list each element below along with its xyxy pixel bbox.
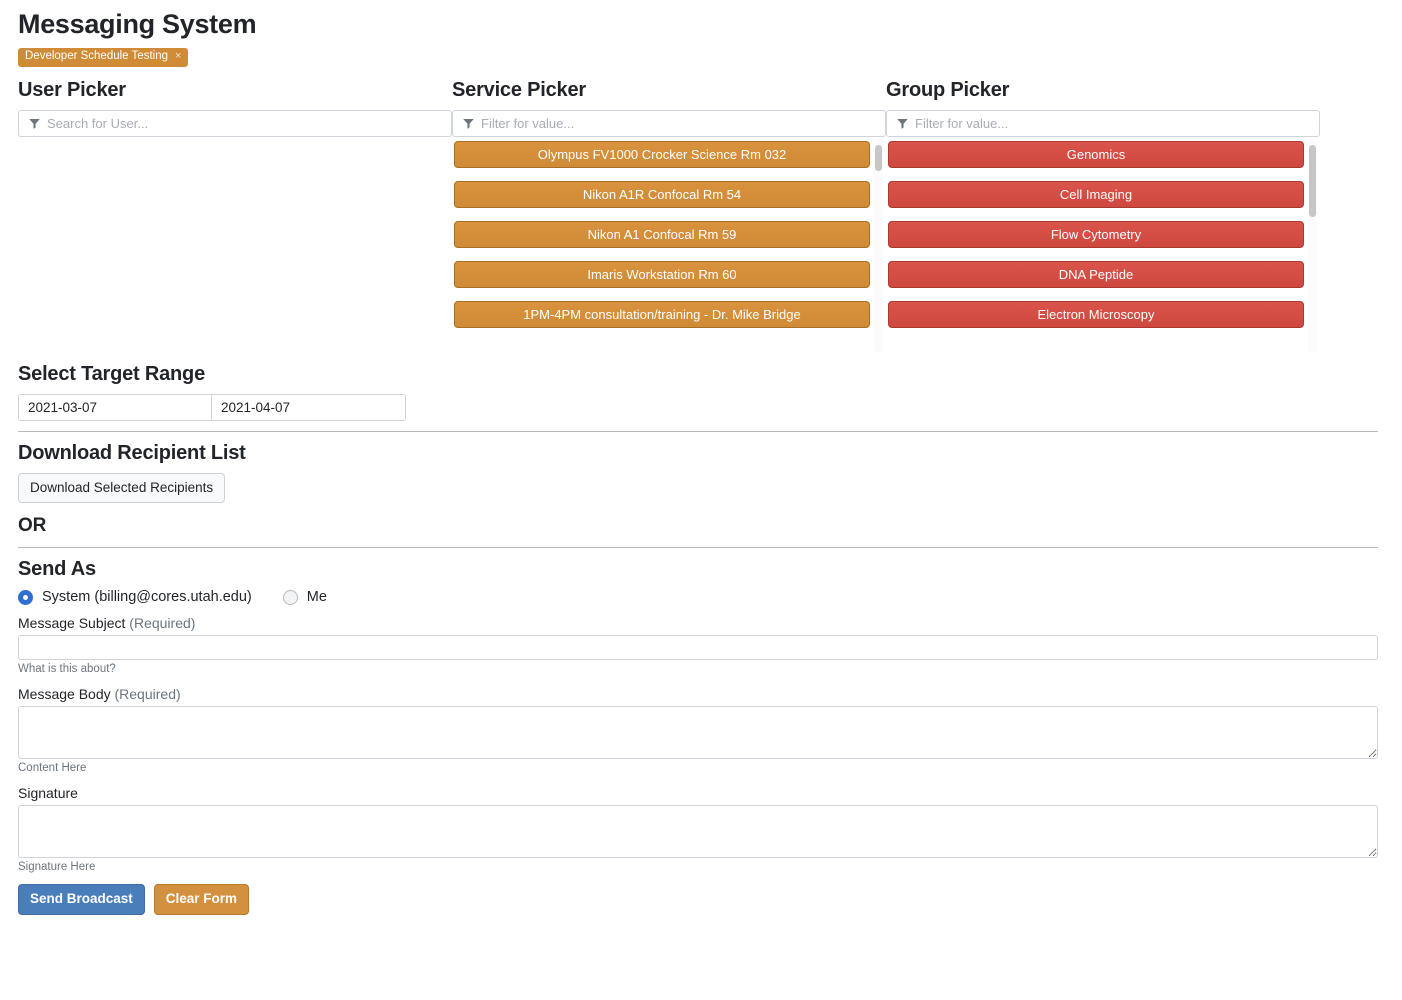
list-item[interactable]: Nikon A1R Confocal Rm 54 xyxy=(454,180,870,208)
user-picker-list-outer xyxy=(18,141,452,353)
message-body-label-text: Message Body xyxy=(18,686,111,703)
download-section-title: Download Recipient List xyxy=(18,441,246,464)
list-item[interactable]: Electron Microscopy xyxy=(888,300,1304,328)
divider xyxy=(18,430,1378,432)
download-recipients-button[interactable]: Download Selected Recipients xyxy=(18,472,226,504)
target-range-title: Select Target Range xyxy=(18,362,206,385)
radio-send-as-system[interactable] xyxy=(18,589,33,605)
list-item[interactable]: Genomics xyxy=(888,140,1304,168)
list-item[interactable]: Flow Cytometry xyxy=(888,220,1304,248)
radio-send-as-me-label[interactable]: Me xyxy=(307,589,327,605)
service-filter-wrap xyxy=(452,109,886,137)
user-picker-title: User Picker xyxy=(18,78,126,101)
service-list-scrollbar[interactable] xyxy=(874,140,883,353)
radio-send-as-me[interactable] xyxy=(282,589,298,605)
signature-help: Signature Here xyxy=(18,861,96,874)
message-body-help: Content Here xyxy=(18,762,87,775)
group-filter-wrap xyxy=(886,109,1320,137)
user-picker-list[interactable] xyxy=(18,141,452,353)
close-icon[interactable]: × xyxy=(175,51,181,62)
context-tag[interactable]: Developer Schedule Testing × xyxy=(18,48,189,67)
date-range-row xyxy=(18,393,1384,421)
service-filter-input[interactable] xyxy=(452,109,886,137)
send-as-options: System (billing@cores.utah.edu) Me xyxy=(18,589,1384,605)
divider xyxy=(18,547,1378,549)
message-subject-required-note: (Required) xyxy=(129,615,196,632)
message-body-textarea[interactable] xyxy=(18,706,1378,760)
message-body-required-note: (Required) xyxy=(114,686,181,703)
clear-form-button[interactable]: Clear Form xyxy=(153,884,250,916)
message-body-label: Message Body (Required) xyxy=(18,686,1384,702)
list-item[interactable]: Nikon A1 Confocal Rm 59 xyxy=(454,220,870,248)
message-subject-label: Message Subject (Required) xyxy=(18,615,1384,631)
list-item[interactable]: Cell Imaging xyxy=(888,180,1304,208)
group-picker: Group Picker Genomics Cell Imaging Flow Cy… xyxy=(886,75,1320,353)
context-tag-label: Developer Schedule Testing xyxy=(25,50,168,62)
messaging-system-page: Messaging System Developer Schedule Test… xyxy=(0,9,1402,916)
end-date-input[interactable] xyxy=(212,393,406,421)
start-date-input[interactable] xyxy=(18,393,212,421)
signature-label-text: Signature xyxy=(18,785,78,802)
send-as-title: Send As xyxy=(18,558,96,581)
service-list-scrollbar-thumb[interactable] xyxy=(875,144,882,171)
tag-row: Developer Schedule Testing × xyxy=(18,46,1384,67)
service-picker-list[interactable]: Olympus FV1000 Crocker Science Rm 032 Nik… xyxy=(452,140,886,353)
message-subject-help: What is this about? xyxy=(18,663,116,676)
list-item[interactable]: DNA Peptide xyxy=(888,260,1304,288)
pickers-row: User Picker Service Picker xyxy=(18,75,1384,353)
service-picker: Service Picker Olympus FV1000 Crocker Sc… xyxy=(452,75,886,353)
group-picker-list[interactable]: Genomics Cell Imaging Flow Cytometry DNA Pe… xyxy=(886,140,1320,353)
group-filter-input[interactable] xyxy=(886,109,1320,137)
service-picker-list-outer: Olympus FV1000 Crocker Science Rm 032 Nik… xyxy=(452,140,886,353)
or-label: OR xyxy=(18,515,47,537)
signature-textarea[interactable] xyxy=(18,805,1378,859)
group-list-scrollbar-thumb[interactable] xyxy=(1309,144,1316,217)
list-item[interactable]: 1PM-4PM consultation/training - Dr. Mike… xyxy=(454,300,870,328)
send-broadcast-button[interactable]: Send Broadcast xyxy=(18,884,145,916)
message-subject-input[interactable] xyxy=(18,635,1378,661)
group-picker-list-outer: Genomics Cell Imaging Flow Cytometry DNA Pe… xyxy=(886,140,1320,353)
group-picker-title: Group Picker xyxy=(886,78,1010,101)
list-item[interactable]: Imaris Workstation Rm 60 xyxy=(454,260,870,288)
user-filter-wrap xyxy=(18,109,452,137)
group-list-scrollbar[interactable] xyxy=(1308,140,1317,353)
radio-send-as-system-label[interactable]: System (billing@cores.utah.edu) xyxy=(42,589,252,605)
signature-label: Signature xyxy=(18,785,1384,801)
service-picker-title: Service Picker xyxy=(452,78,586,101)
user-search-input[interactable] xyxy=(18,109,452,137)
page-title: Messaging System xyxy=(18,9,257,39)
list-item[interactable]: Olympus FV1000 Crocker Science Rm 032 xyxy=(454,140,870,168)
message-subject-label-text: Message Subject xyxy=(18,615,126,632)
form-actions: Send Broadcast Clear Form xyxy=(18,884,1384,916)
user-picker: User Picker xyxy=(18,75,452,353)
